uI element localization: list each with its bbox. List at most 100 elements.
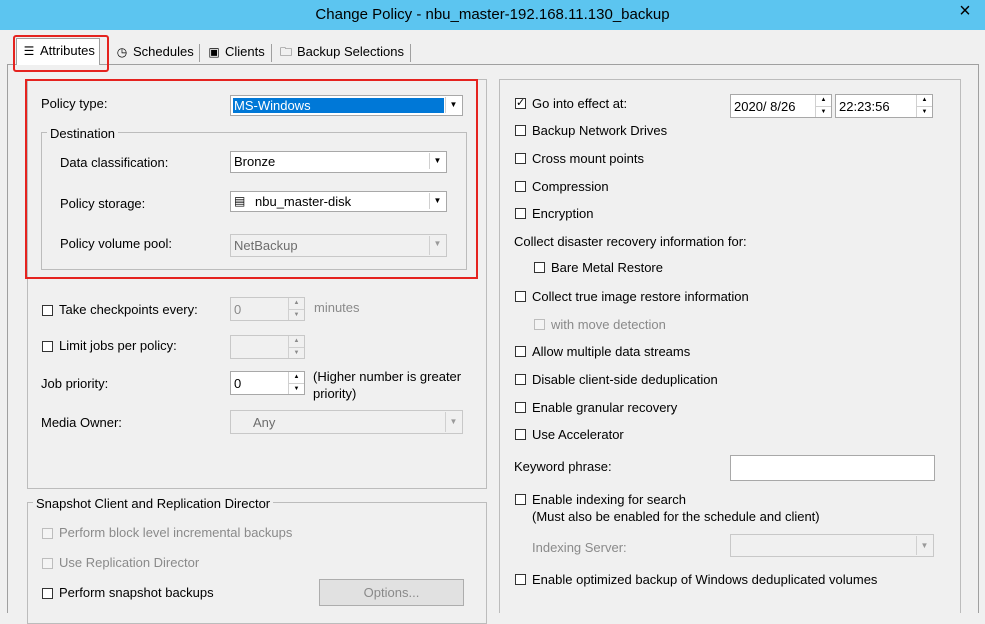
backup-network-drives-label: Backup Network Drives xyxy=(532,123,668,138)
compression-checkbox[interactable] xyxy=(515,181,526,192)
window-title: Change Policy - nbu_master-192.168.11.13… xyxy=(315,6,670,23)
perform-block-label: Perform block level incremental backups xyxy=(59,525,293,540)
effect-time-picker[interactable]: 22:23:56 ▲ ▼ xyxy=(835,94,933,118)
enable-indexing-note: (Must also be enabled for the schedule a… xyxy=(532,509,820,524)
attributes-tab-highlight xyxy=(13,35,109,72)
snapshot-group-label: Snapshot Client and Replication Director xyxy=(33,496,274,511)
checkpoints-value: 0 xyxy=(234,302,242,317)
tab-separator xyxy=(271,44,272,62)
spinner-arrows[interactable]: ▲ ▼ xyxy=(288,298,304,320)
computer-icon: ▣ xyxy=(208,45,220,59)
encryption-checkbox[interactable] xyxy=(515,208,526,219)
spinner-arrows[interactable]: ▲ ▼ xyxy=(288,336,304,358)
chevron-down-icon: ▼ xyxy=(429,153,445,169)
use-accelerator-checkbox[interactable] xyxy=(515,429,526,440)
indexing-server-label: Indexing Server: xyxy=(532,540,627,555)
policy-type-label: Policy type: xyxy=(41,96,108,111)
bare-metal-restore-label: Bare Metal Restore xyxy=(551,260,663,275)
folder-icon: 🗀 xyxy=(279,45,292,59)
tab-backup-selections[interactable]: 🗀 Backup Selections xyxy=(274,40,408,64)
policy-type-value: MS-Windows xyxy=(234,98,311,113)
effect-date-picker[interactable]: 2020/ 8/26 ▲ ▼ xyxy=(730,94,832,118)
disable-client-dedup-label: Disable client-side deduplication xyxy=(532,372,718,387)
tab-schedules-label: Schedules xyxy=(133,44,194,59)
keyword-phrase-input[interactable] xyxy=(730,455,935,481)
perform-snapshot-checkbox[interactable] xyxy=(42,588,53,599)
job-priority-hint: (Higher number is greater priority) xyxy=(313,368,461,402)
job-priority-hint-line: priority) xyxy=(313,386,357,401)
tab-schedules[interactable]: ◷ Schedules xyxy=(110,40,198,64)
go-into-effect-checkbox[interactable] xyxy=(515,95,526,111)
enable-granular-label: Enable granular recovery xyxy=(532,400,678,415)
cross-mount-points-label: Cross mount points xyxy=(532,151,644,166)
bare-metal-restore-checkbox[interactable] xyxy=(534,262,545,273)
enable-indexing-label: Enable indexing for search xyxy=(532,492,686,507)
encryption-label: Encryption xyxy=(532,206,594,221)
media-owner-select[interactable]: Any ▼ xyxy=(230,410,463,434)
spinner-arrows[interactable]: ▲ ▼ xyxy=(815,95,831,117)
enable-granular-checkbox[interactable] xyxy=(515,402,526,413)
chevron-down-icon: ▼ xyxy=(916,536,932,555)
enable-optimized-checkbox[interactable] xyxy=(515,574,526,585)
policy-volume-pool-value: NetBackup xyxy=(234,238,298,253)
spinner-arrows[interactable]: ▲ ▼ xyxy=(288,372,304,394)
job-priority-hint-line: (Higher number is greater xyxy=(313,369,462,384)
data-classification-label: Data classification: xyxy=(60,155,169,170)
chevron-down-icon: ▼ xyxy=(445,412,461,432)
close-button[interactable]: × xyxy=(945,0,985,22)
disable-client-dedup-checkbox[interactable] xyxy=(515,374,526,385)
job-priority-label: Job priority: xyxy=(41,376,109,391)
move-detection-checkbox[interactable] xyxy=(534,319,545,330)
chevron-down-icon: ▼ xyxy=(429,236,445,255)
close-icon: × xyxy=(959,0,971,22)
job-priority-value: 0 xyxy=(234,376,242,391)
tab-separator xyxy=(410,44,411,62)
backup-network-drives-checkbox[interactable] xyxy=(515,125,526,136)
allow-multiple-streams-label: Allow multiple data streams xyxy=(532,344,691,359)
use-accelerator-label: Use Accelerator xyxy=(532,427,624,442)
enable-optimized-label: Enable optimized backup of Windows dedup… xyxy=(532,572,878,587)
policy-storage-label: Policy storage: xyxy=(60,196,146,211)
limit-jobs-checkbox[interactable] xyxy=(42,341,53,352)
indexing-server-select[interactable]: ▼ xyxy=(730,534,934,557)
spinner-arrows[interactable]: ▲ ▼ xyxy=(916,95,932,117)
chevron-down-icon: ▼ xyxy=(445,97,461,113)
tab-separator xyxy=(199,44,200,62)
policy-storage-select[interactable]: ▤ nbu_master-disk ▼ xyxy=(230,191,447,212)
checkpoints-spinner[interactable]: 0 ▲ ▼ xyxy=(230,297,305,321)
options-button[interactable]: Options... xyxy=(319,579,464,606)
policy-type-select[interactable]: MS-Windows ▼ xyxy=(230,95,463,116)
data-classification-select[interactable]: Bronze ▼ xyxy=(230,151,447,173)
use-replication-label: Use Replication Director xyxy=(59,555,200,570)
perform-block-checkbox[interactable] xyxy=(42,528,53,539)
keyword-phrase-label: Keyword phrase: xyxy=(514,459,612,474)
clock-icon: ◷ xyxy=(116,45,128,59)
collect-tir-label: Collect true image restore information xyxy=(532,289,749,304)
policy-volume-pool-select[interactable]: NetBackup ▼ xyxy=(230,234,447,257)
chevron-down-icon: ▼ xyxy=(429,193,445,209)
limit-jobs-spinner[interactable]: ▲ ▼ xyxy=(230,335,305,359)
tab-backup-selections-label: Backup Selections xyxy=(297,44,404,59)
move-detection-label: with move detection xyxy=(551,317,666,332)
compression-label: Compression xyxy=(532,179,609,194)
media-owner-label: Media Owner: xyxy=(41,415,122,430)
collect-tir-checkbox[interactable] xyxy=(515,291,526,302)
data-classification-value: Bronze xyxy=(234,154,276,169)
policy-volume-pool-label: Policy volume pool: xyxy=(60,236,172,251)
take-checkpoints-label: Take checkpoints every: xyxy=(59,302,198,317)
use-replication-checkbox[interactable] xyxy=(42,558,53,569)
policy-storage-value: nbu_master-disk xyxy=(255,194,352,209)
tab-clients[interactable]: ▣ Clients xyxy=(202,40,269,64)
enable-indexing-checkbox[interactable] xyxy=(515,494,526,505)
disk-icon: ▤ xyxy=(234,194,246,208)
limit-jobs-label: Limit jobs per policy: xyxy=(59,338,177,353)
allow-multiple-streams-checkbox[interactable] xyxy=(515,346,526,357)
media-owner-value: Any xyxy=(253,415,276,430)
destination-label: Destination xyxy=(47,126,119,141)
tab-clients-label: Clients xyxy=(225,44,265,59)
cross-mount-points-checkbox[interactable] xyxy=(515,153,526,164)
minutes-label: minutes xyxy=(314,300,360,315)
collect-dr-label: Collect disaster recovery information fo… xyxy=(514,234,747,249)
take-checkpoints-checkbox[interactable] xyxy=(42,305,53,316)
job-priority-spinner[interactable]: 0 ▲ ▼ xyxy=(230,371,305,395)
